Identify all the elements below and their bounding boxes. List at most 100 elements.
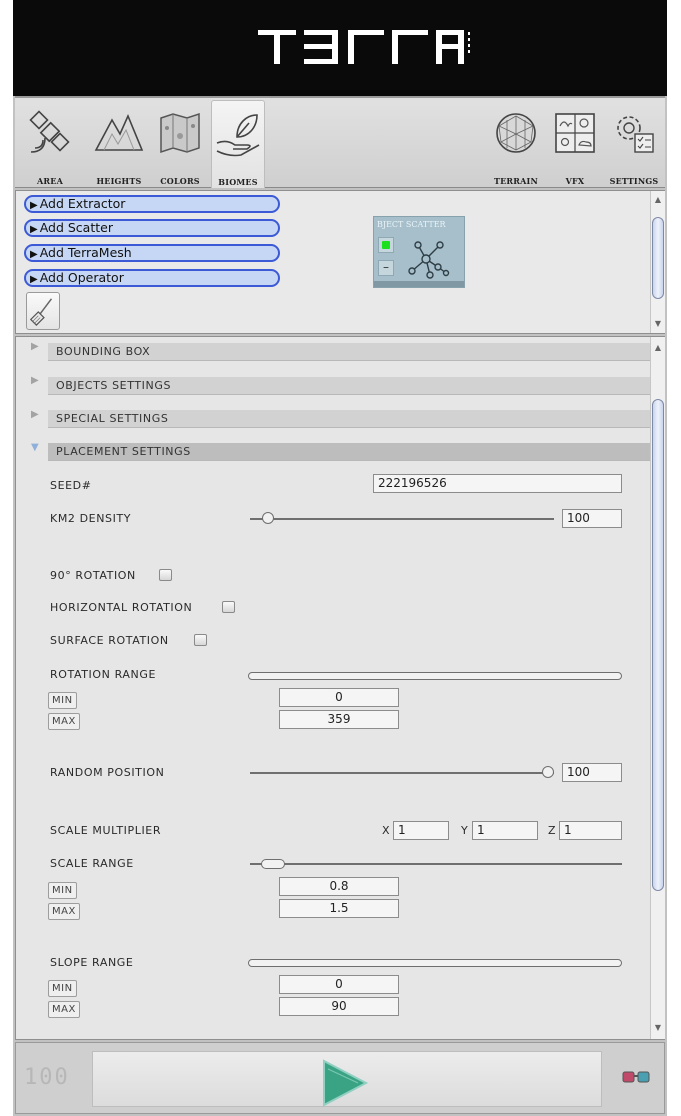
scrollbar-thumb[interactable] — [652, 217, 664, 299]
node-panel-scrollbar[interactable]: ▲ ▼ — [650, 191, 665, 333]
section-special-settings[interactable]: SPECIAL SETTINGS — [48, 410, 650, 428]
add-terramesh-button[interactable]: ▶ Add TerraMesh — [24, 244, 280, 262]
slope-range-slider[interactable] — [248, 959, 622, 967]
add-operator-button[interactable]: ▶ Add Operator — [24, 269, 280, 287]
node-remove-button[interactable]: – — [378, 260, 394, 276]
expand-arrow-icon: ▶ — [30, 224, 38, 235]
app-header — [13, 0, 667, 96]
terra-logo — [258, 30, 470, 64]
tab-vfx-label: VFX — [565, 176, 585, 186]
scale-range-thumb[interactable] — [261, 859, 285, 869]
section-bounding-box[interactable]: BOUNDING BOX — [48, 343, 650, 361]
3d-glasses-icon[interactable] — [622, 1069, 650, 1085]
add-extractor-button[interactable]: ▶ Add Extractor — [24, 195, 280, 213]
scale-y-input[interactable]: 1 — [472, 821, 538, 840]
scale-x-label: X — [382, 824, 391, 837]
scale-multiplier-label: SCALE MULTIPLIER — [50, 824, 162, 837]
tab-terrain-label: TERRAIN — [493, 176, 538, 186]
scrollbar-thumb[interactable] — [652, 399, 664, 891]
slope-max-input[interactable]: 90 — [279, 997, 399, 1016]
random-position-slider-track[interactable] — [250, 772, 554, 774]
footer-bar: 100 — [15, 1042, 665, 1114]
scale-y-label: Y — [461, 824, 469, 837]
scale-z-input[interactable]: 1 — [559, 821, 622, 840]
scroll-down-arrow-icon[interactable]: ▼ — [651, 317, 665, 331]
rotation-range-label: ROTATION RANGE — [50, 668, 157, 681]
collapsed-arrow-icon: ▶ — [31, 341, 39, 352]
scale-range-track[interactable] — [250, 863, 622, 865]
expand-arrow-icon: ▶ — [30, 249, 38, 260]
scale-max-label: MAX — [48, 903, 80, 920]
play-icon[interactable] — [320, 1057, 370, 1109]
scale-min-label: MIN — [48, 882, 77, 899]
add-scatter-button[interactable]: ▶ Add Scatter — [24, 219, 280, 237]
add-operator-label: Add Operator — [39, 270, 124, 285]
add-scatter-label: Add Scatter — [39, 220, 113, 235]
rotation-range-slider[interactable] — [248, 672, 622, 680]
tab-area-label: AREA — [37, 176, 63, 186]
tab-vfx[interactable]: VFX — [555, 100, 595, 188]
clear-brush-button[interactable] — [26, 292, 60, 330]
scale-min-input[interactable]: 0.8 — [279, 877, 399, 896]
rotation-min-label: MIN — [48, 692, 77, 709]
random-position-input[interactable]: 100 — [562, 763, 622, 782]
scale-z-label: Z — [548, 824, 557, 837]
scroll-down-arrow-icon[interactable]: ▼ — [651, 1021, 665, 1035]
tab-colors[interactable]: COLORS — [155, 100, 205, 188]
surface-rotation-checkbox[interactable] — [194, 634, 207, 646]
tab-settings[interactable]: SETTINGS — [603, 100, 665, 188]
random-position-label: RANDOM POSITION — [50, 766, 165, 779]
tab-biomes-label: BIOMES — [218, 177, 258, 187]
settings-scrollbar[interactable]: ▲ ▼ — [650, 337, 665, 1039]
leaf-hand-icon — [216, 114, 260, 157]
section-objects-settings[interactable]: OBJECTS SETTINGS — [48, 377, 650, 395]
weather-grid-icon — [555, 113, 595, 153]
density-slider-track[interactable] — [250, 518, 554, 520]
density-slider-knob[interactable] — [262, 512, 275, 524]
brush-icon — [29, 298, 53, 326]
scroll-up-arrow-icon[interactable]: ▲ — [651, 341, 665, 355]
satellite-icon — [29, 110, 70, 153]
section-placement-settings[interactable]: PLACEMENT SETTINGS — [48, 443, 650, 461]
slope-min-label: MIN — [48, 980, 77, 997]
globe-mesh-icon — [496, 113, 536, 153]
expanded-arrow-icon: ▼ — [31, 442, 39, 453]
node-enabled-indicator[interactable] — [378, 237, 394, 253]
module-toolbar: AREA HEIGHTS COLORS BIOMES TERRAIN VFX S… — [15, 96, 665, 188]
rotation-min-input[interactable]: 0 — [279, 688, 399, 707]
scale-max-input[interactable]: 1.5 — [279, 899, 399, 918]
slope-max-label: MAX — [48, 1001, 80, 1018]
horizontal-rotation-checkbox[interactable] — [222, 601, 235, 613]
tab-heights[interactable]: HEIGHTS — [87, 100, 151, 188]
rotation90-checkbox[interactable] — [159, 569, 172, 581]
tab-heights-label: HEIGHTS — [96, 176, 142, 186]
slope-min-input[interactable]: 0 — [279, 975, 399, 994]
seed-input[interactable]: 222196526 — [373, 474, 622, 493]
density-input[interactable]: 100 — [562, 509, 622, 528]
scroll-up-arrow-icon[interactable]: ▲ — [651, 193, 665, 207]
tab-area[interactable]: AREA — [27, 100, 73, 188]
mountain-icon — [94, 113, 144, 151]
rotation-max-input[interactable]: 359 — [279, 710, 399, 729]
random-position-slider-knob[interactable] — [542, 766, 554, 778]
seed-label: SEED# — [50, 479, 92, 492]
texture-map-icon — [160, 112, 200, 154]
node-graph-panel: ▶ Add Extractor ▶ Add Scatter ▶ Add TerraMe… — [15, 190, 665, 334]
tab-settings-label: SETTINGS — [609, 176, 659, 186]
add-extractor-label: Add Extractor — [39, 196, 126, 211]
horizontal-rotation-label: HORIZONTAL ROTATION — [50, 601, 193, 614]
scatter-node-title: BJECT SCATTER — [377, 220, 446, 229]
rotation90-label: 90° ROTATION — [50, 569, 136, 582]
tab-biomes[interactable]: BIOMES — [211, 100, 265, 188]
scale-range-label: SCALE RANGE — [50, 857, 134, 870]
slope-range-label: SLOPE RANGE — [50, 956, 134, 969]
scatter-node-footer — [374, 281, 464, 287]
object-scatter-node[interactable]: BJECT SCATTER – — [373, 216, 465, 288]
gear-checklist-icon — [617, 116, 654, 153]
rotation-max-label: MAX — [48, 713, 80, 730]
expand-arrow-icon: ▶ — [30, 200, 38, 211]
collapsed-arrow-icon: ▶ — [31, 375, 39, 386]
scale-x-input[interactable]: 1 — [393, 821, 449, 840]
terra-window: AREA HEIGHTS COLORS BIOMES TERRAIN VFX S… — [13, 0, 667, 1116]
tab-terrain[interactable]: TERRAIN — [485, 100, 547, 188]
